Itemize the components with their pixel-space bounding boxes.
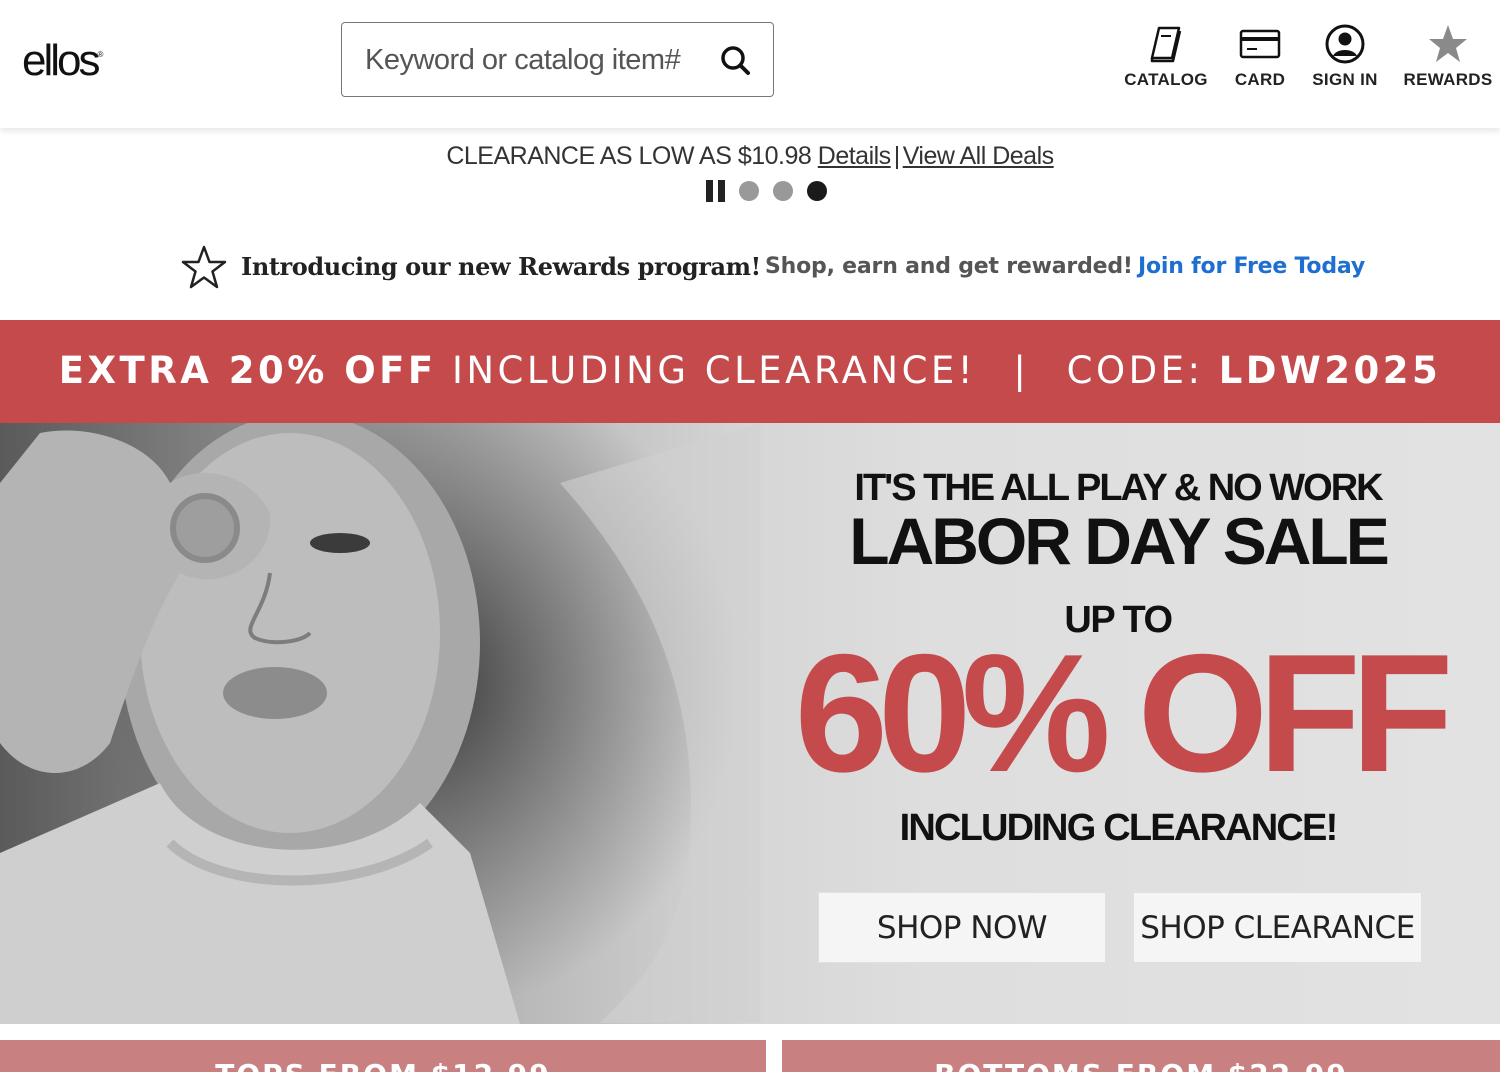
pause-button[interactable] bbox=[706, 180, 725, 202]
nav-rewards-label: REWARDS bbox=[1403, 70, 1493, 89]
shop-now-button[interactable]: SHOP NOW bbox=[818, 892, 1106, 963]
nav-card-label: CARD bbox=[1234, 70, 1286, 89]
hero-model-photo bbox=[0, 423, 760, 1024]
promo-code-text: EXTRA 20% OFF INCLUDING CLEARANCE! | COD… bbox=[0, 349, 1500, 392]
category-tile-label: BOTTOMS FROM $22.99 bbox=[782, 1058, 1500, 1072]
search-icon bbox=[721, 46, 750, 75]
promo-bold-text: EXTRA 20% OFF bbox=[58, 349, 437, 392]
promo-code-banner[interactable]: EXTRA 20% OFF INCLUDING CLEARANCE! | COD… bbox=[0, 320, 1500, 423]
hero-discount: 60% OFF bbox=[794, 619, 1454, 807]
carousel-dot-1[interactable] bbox=[739, 181, 759, 201]
hero-headline-large: LABOR DAY SALE bbox=[849, 504, 1389, 578]
carousel-dot-2[interactable] bbox=[773, 181, 793, 201]
carousel-dot-3[interactable] bbox=[807, 181, 827, 201]
nav-rewards[interactable]: REWARDS bbox=[1400, 22, 1496, 90]
join-rewards-link[interactable]: Join for Free Today bbox=[1138, 254, 1365, 279]
promo-code-label: CODE: bbox=[1066, 349, 1204, 392]
view-all-deals-link[interactable]: View All Deals bbox=[903, 142, 1054, 170]
promo-text: INCLUDING CLEARANCE! bbox=[451, 349, 977, 392]
search-button[interactable] bbox=[716, 41, 756, 81]
ticker-message: CLEARANCE AS LOW AS $10.98 bbox=[446, 142, 812, 170]
carousel-controls bbox=[706, 179, 827, 203]
category-tile-bottoms[interactable]: BOTTOMS FROM $22.99 bbox=[782, 1040, 1500, 1072]
rewards-headline: Introducing our new Rewards program! bbox=[241, 252, 761, 281]
site-header: ellos® CATALOG CARD bbox=[0, 0, 1500, 128]
catalog-icon bbox=[1150, 26, 1182, 63]
promo-ticker: CLEARANCE AS LOW AS $10.98 Details | View … bbox=[0, 128, 1500, 216]
hero-including: INCLUDING CLEARANCE! bbox=[899, 807, 1339, 849]
ticker-text: CLEARANCE AS LOW AS $10.98 Details | View … bbox=[0, 142, 1500, 171]
shop-clearance-button[interactable]: SHOP CLEARANCE bbox=[1133, 892, 1422, 963]
search-input[interactable] bbox=[365, 41, 705, 79]
hero-banner[interactable]: IT'S THE ALL PLAY & NO WORK LABOR DAY SA… bbox=[0, 423, 1500, 1024]
nav-sign-in[interactable]: SIGN IN bbox=[1306, 22, 1384, 90]
ticker-separator: | bbox=[893, 142, 901, 170]
category-tile-tops[interactable]: TOPS FROM $12.99 bbox=[0, 1040, 766, 1072]
nav-catalog-label: CATALOG bbox=[1124, 70, 1208, 89]
credit-card-icon bbox=[1239, 29, 1281, 59]
search-box bbox=[341, 22, 774, 97]
star-outline-icon bbox=[181, 245, 227, 289]
nav-card[interactable]: CARD bbox=[1228, 22, 1292, 90]
promo-separator: | bbox=[1013, 349, 1030, 392]
user-icon bbox=[1325, 24, 1365, 64]
ellos-logo[interactable]: ellos® bbox=[22, 36, 103, 86]
details-link[interactable]: Details bbox=[818, 142, 891, 170]
star-icon bbox=[1429, 25, 1467, 62]
nav-catalog[interactable]: CATALOG bbox=[1121, 22, 1211, 90]
nav-sign-in-label: SIGN IN bbox=[1312, 70, 1378, 89]
rewards-subtext: Shop, earn and get rewarded! bbox=[765, 254, 1133, 279]
category-tile-label: TOPS FROM $12.99 bbox=[0, 1058, 766, 1072]
rewards-strip: Introducing our new Rewards program! Sho… bbox=[0, 232, 1500, 304]
promo-code: LDW2025 bbox=[1218, 349, 1442, 392]
